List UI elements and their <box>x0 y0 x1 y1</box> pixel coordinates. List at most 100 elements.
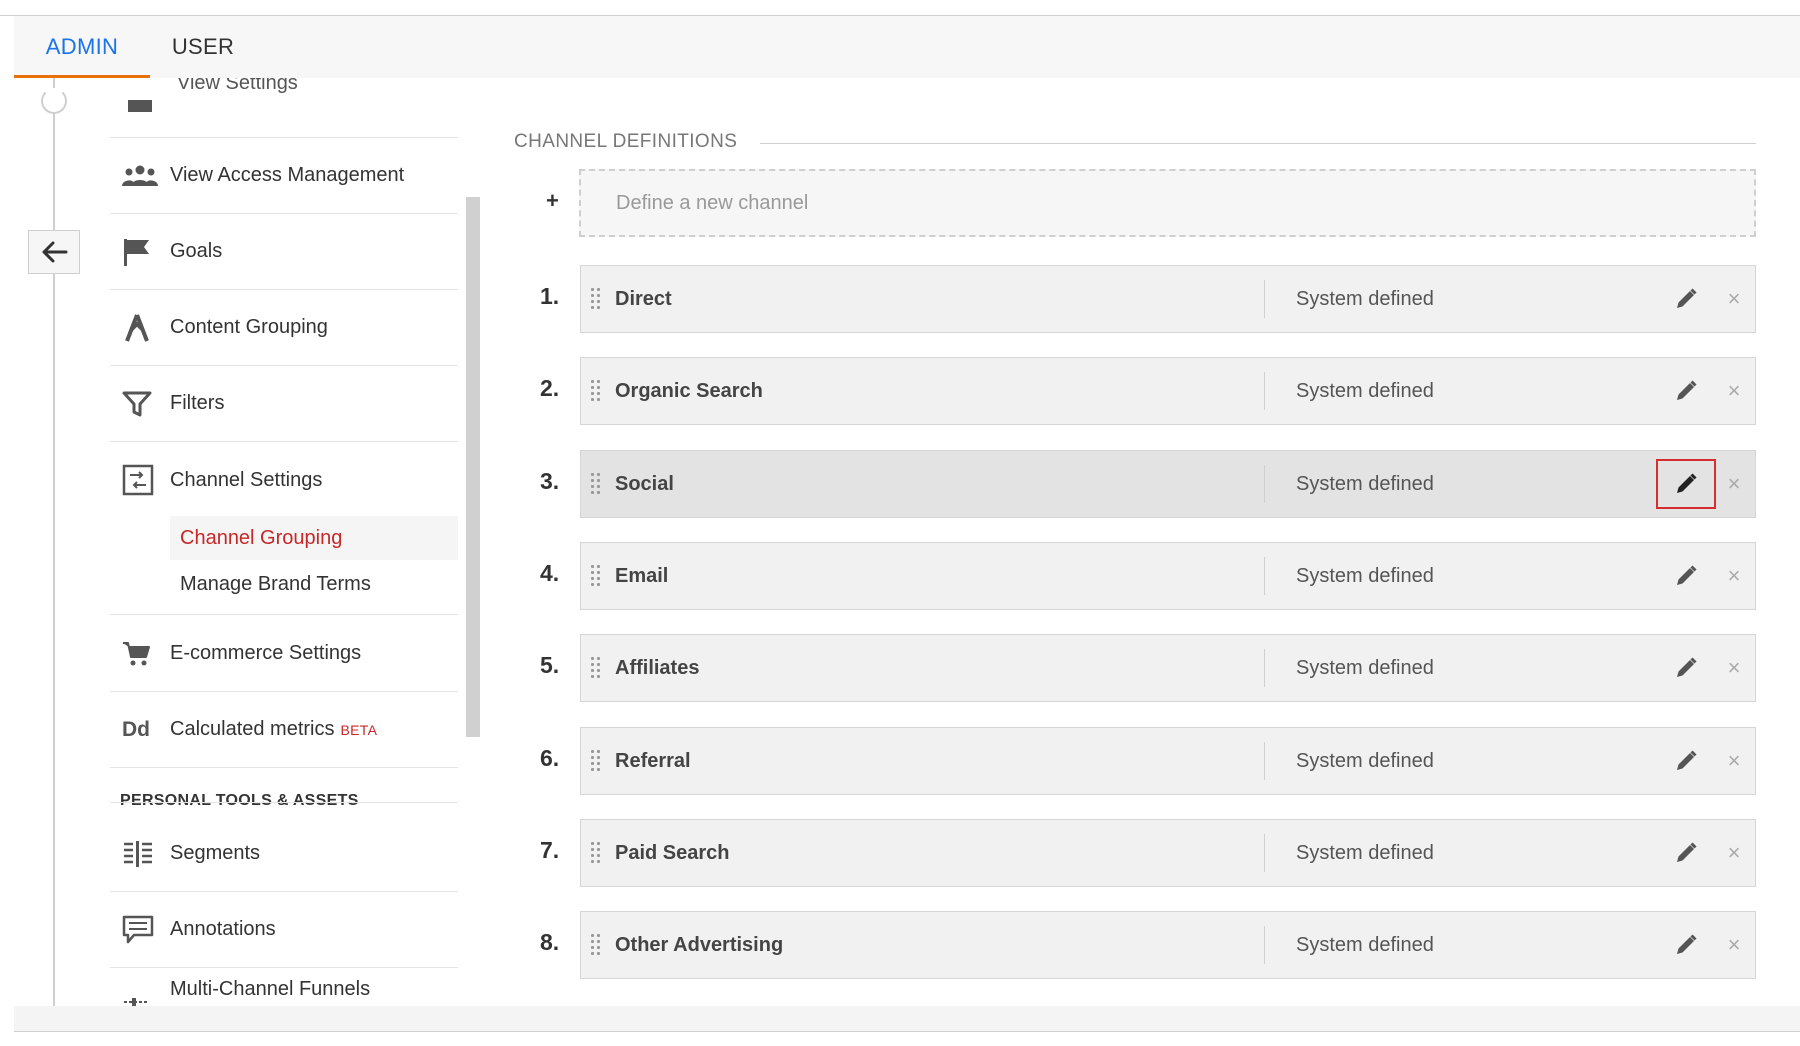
sidebar-subitem-channel-grouping[interactable]: Channel Grouping <box>170 516 458 560</box>
channel-name: Email <box>615 564 669 587</box>
edit-channel-button[interactable] <box>1656 274 1716 324</box>
sidebar-item-label: Multi-Channel Funnels <box>170 978 371 1000</box>
segments-icon <box>110 834 170 874</box>
sidebar-item-multi-channel-funnels[interactable]: Multi-Channel Funnels <box>110 968 458 1006</box>
tab-user[interactable]: USER <box>150 16 256 78</box>
channel-row[interactable]: Referral System defined × <box>580 727 1756 795</box>
sidebar-scrollbar[interactable] <box>466 197 480 737</box>
remove-channel-icon[interactable]: × <box>1716 551 1752 601</box>
channel-row-number: 5. <box>540 652 560 678</box>
edit-channel-button[interactable] <box>1656 736 1716 786</box>
section-title: CHANNEL DEFINITIONS <box>514 131 738 152</box>
remove-channel-icon[interactable]: × <box>1716 736 1752 786</box>
channel-name: Social <box>615 472 674 495</box>
channel-row-number: 4. <box>540 560 560 586</box>
edit-channel-button[interactable] <box>1656 366 1716 416</box>
channel-type: System defined <box>1296 841 1434 864</box>
pencil-icon <box>1677 842 1697 862</box>
column-divider <box>1264 465 1265 503</box>
sidebar-item-channel-settings[interactable]: Channel Settings <box>110 442 458 518</box>
flag-icon <box>110 232 170 272</box>
drag-handle-icon[interactable] <box>591 565 603 589</box>
column-divider <box>1264 742 1265 780</box>
channel-name: Referral <box>615 749 691 772</box>
drag-handle-icon[interactable] <box>591 750 603 774</box>
remove-channel-icon[interactable]: × <box>1716 643 1752 693</box>
column-divider <box>1264 649 1265 687</box>
admin-sidebar: View Settings View Access Management Goa… <box>110 78 458 1006</box>
pencil-icon <box>1677 657 1697 677</box>
pencil-icon <box>1677 473 1697 493</box>
divider <box>110 614 458 615</box>
channel-row-number: 3. <box>540 468 560 494</box>
sidebar-item-label: Channel Settings <box>170 468 323 491</box>
edit-channel-button[interactable] <box>1656 920 1716 970</box>
channel-row[interactable]: Direct System defined × <box>580 265 1756 333</box>
pencil-icon <box>1677 750 1697 770</box>
sidebar-item-view-access-management[interactable]: View Access Management <box>110 138 458 214</box>
column-divider <box>1264 280 1265 318</box>
sidebar-item-ecommerce-settings[interactable]: E-commerce Settings <box>110 616 458 692</box>
remove-channel-icon[interactable]: × <box>1716 459 1752 509</box>
sidebar-item-segments[interactable]: Segments <box>110 816 458 892</box>
pencil-icon <box>1677 380 1697 400</box>
channel-row[interactable]: Affiliates System defined × <box>580 634 1756 702</box>
column-divider <box>1264 926 1265 964</box>
channel-row-number: 2. <box>540 375 560 401</box>
channel-type: System defined <box>1296 933 1434 956</box>
remove-channel-icon[interactable]: × <box>1716 274 1752 324</box>
remove-channel-icon[interactable]: × <box>1716 920 1752 970</box>
channel-type: System defined <box>1296 472 1434 495</box>
remove-channel-icon[interactable]: × <box>1716 828 1752 878</box>
drag-handle-icon[interactable] <box>591 842 603 866</box>
drag-handle-icon[interactable] <box>591 380 603 404</box>
drag-handle-icon[interactable] <box>591 473 603 497</box>
sidebar-item-label: Annotations <box>170 918 276 940</box>
channel-row[interactable]: Email System defined × <box>580 542 1756 610</box>
tab-bar: ADMIN USER <box>14 16 1800 78</box>
column-divider <box>1264 834 1265 872</box>
sidebar-item-content-grouping[interactable]: Content Grouping <box>110 290 458 366</box>
drag-handle-icon[interactable] <box>591 288 603 312</box>
channel-name: Affiliates <box>615 656 700 679</box>
pencil-icon <box>1677 934 1697 954</box>
add-channel-plus-icon[interactable]: + <box>546 188 559 214</box>
sidebar-item-calculated-metrics[interactable]: Dd Calculated metrics BETA <box>110 692 458 768</box>
drag-handle-icon[interactable] <box>591 657 603 681</box>
pencil-icon <box>1677 565 1697 585</box>
remove-channel-icon[interactable]: × <box>1716 366 1752 416</box>
channel-row[interactable]: Social System defined × <box>580 450 1756 518</box>
sidebar-item-label: Segments <box>170 842 261 864</box>
filter-icon <box>110 384 170 424</box>
sidebar-item-label: View Settings <box>177 78 298 94</box>
edit-channel-button[interactable] <box>1656 643 1716 693</box>
sidebar-item-annotations[interactable]: Annotations <box>110 892 458 968</box>
edit-channel-button[interactable] <box>1656 459 1716 509</box>
sidebar-item-label: Goals <box>170 240 223 262</box>
tab-admin[interactable]: ADMIN <box>14 16 150 78</box>
channel-row[interactable]: Organic Search System defined × <box>580 357 1756 425</box>
divider <box>110 802 458 803</box>
define-new-channel-input[interactable]: Define a new channel <box>579 169 1756 237</box>
settings-icon <box>128 100 152 112</box>
channel-row-number: 1. <box>540 283 560 309</box>
funnel-settings-icon <box>110 978 170 1006</box>
sidebar-item-label: E-commerce Settings <box>170 642 362 664</box>
back-button[interactable] <box>28 230 80 274</box>
sidebar-item-filters[interactable]: Filters <box>110 366 458 442</box>
channel-type: System defined <box>1296 749 1434 772</box>
sidebar-item-view-settings[interactable]: View Settings <box>110 78 458 138</box>
drag-handle-icon[interactable] <box>591 934 603 958</box>
sidebar-item-label: Calculated metrics <box>170 718 335 740</box>
edit-channel-button[interactable] <box>1656 551 1716 601</box>
channel-row[interactable]: Other Advertising System defined × <box>580 911 1756 979</box>
channel-row[interactable]: Paid Search System defined × <box>580 819 1756 887</box>
sidebar-subitem-manage-brand-terms[interactable]: Manage Brand Terms <box>170 562 458 606</box>
channel-type: System defined <box>1296 287 1434 310</box>
timeline-node <box>41 88 67 114</box>
sidebar-item-goals[interactable]: Goals <box>110 214 458 290</box>
channel-row-number: 6. <box>540 745 560 771</box>
edit-channel-button[interactable] <box>1656 828 1716 878</box>
channel-settings-icon <box>110 460 170 500</box>
sidebar-item-label: Filters <box>170 392 225 414</box>
